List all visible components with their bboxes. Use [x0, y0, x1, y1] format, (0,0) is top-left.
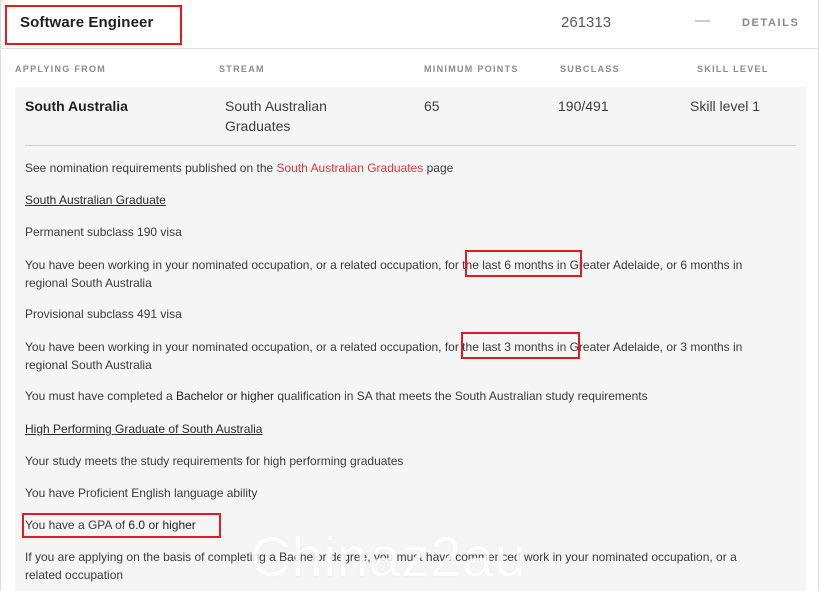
prov-491-period: for the last 3 months: [444, 340, 554, 354]
card-border-left: [0, 0, 1, 591]
perm-190-line2: regional South Australia: [25, 276, 152, 290]
sa-graduate-heading[interactable]: South Australian Graduate: [25, 191, 785, 209]
prov-491-heading: Provisional subclass 491 visa: [25, 307, 182, 321]
minimum-points-value: 65: [424, 98, 440, 114]
prov-491-suffix: in Greater Adelaide, or 3 months in: [553, 340, 743, 354]
perm-190-suffix: in Greater Adelaide, or 6 months in: [553, 258, 743, 272]
column-header-applying-from: APPLYING FROM: [15, 64, 107, 74]
stream-value-line1: South Australian: [225, 98, 327, 114]
bachelor-suffix: qualification in SA that meets the South…: [274, 389, 648, 403]
perm-190-prefix: You have been working in your nominated …: [25, 258, 445, 272]
bachelor-requirement: You must have completed a Bachelor or hi…: [25, 387, 785, 405]
prov-491-requirement: You have been working in your nominated …: [25, 338, 785, 374]
anzsco-code: 261313: [561, 14, 612, 31]
gpa-requirement: You have a GPA of 6.0 or higher: [25, 516, 785, 534]
column-header-skill-level: SKILL LEVEL: [697, 64, 769, 74]
bachelor-prefix: You must have completed a: [25, 389, 176, 403]
hpg-english-requirement: You have Proficient English language abi…: [25, 486, 258, 500]
nomination-suffix: page: [423, 161, 454, 175]
hpg-heading-link[interactable]: High Performing Graduate of South Austra…: [25, 422, 262, 436]
nomination-requirements-text: See nomination requirements published on…: [25, 159, 785, 177]
gpa-value: 6.0 or higher: [128, 518, 196, 532]
panel-divider: [25, 145, 796, 146]
subclass-value: 190/491: [558, 98, 609, 114]
sa-graduate-heading-link[interactable]: South Australian Graduate: [25, 193, 166, 207]
perm-190-period: for the last 6 months: [444, 258, 554, 272]
occupation-title: Software Engineer: [20, 14, 154, 31]
south-australian-graduates-link[interactable]: South Australian Graduates: [277, 161, 424, 175]
details-toggle[interactable]: DETAILS: [742, 17, 799, 29]
bachelor-bold: Bachelor or higher: [175, 389, 275, 403]
column-header-stream: STREAM: [219, 64, 265, 74]
skill-level-value: Skill level 1: [690, 98, 761, 114]
applying-from-value: South Australia: [25, 98, 128, 114]
prov-491-line2: regional South Australia: [25, 358, 152, 372]
occupation-header[interactable]: Software Engineer 261313 — DETAILS: [0, 0, 819, 49]
perm-190-requirement: You have been working in your nominated …: [25, 256, 785, 292]
stream-value-line2: Graduates: [225, 118, 291, 134]
perm-190-heading: Permanent subclass 190 visa: [25, 225, 182, 239]
hpg-study-requirement: Your study meets the study requirements …: [25, 454, 404, 468]
hpg-heading[interactable]: High Performing Graduate of South Austra…: [25, 420, 785, 438]
nomination-prefix: See nomination requirements published on…: [25, 161, 277, 175]
bachelor-basis-line1: If you are applying on the basis of comp…: [25, 550, 737, 564]
occupation-card: Software Engineer 261313 — DETAILS APPLY…: [0, 0, 819, 591]
column-header-minimum-points: MINIMUM POINTS: [424, 64, 519, 74]
stream-value: South Australian Graduates: [225, 96, 327, 136]
column-header-subclass: SUBCLASS: [560, 64, 620, 74]
bachelor-basis-line2: related occupation: [25, 568, 124, 582]
bachelor-basis-requirement: If you are applying on the basis of comp…: [25, 548, 785, 584]
collapse-icon[interactable]: —: [695, 12, 710, 29]
prov-491-prefix: You have been working in your nominated …: [25, 340, 445, 354]
gpa-prefix: You have a GPA of: [25, 518, 129, 532]
